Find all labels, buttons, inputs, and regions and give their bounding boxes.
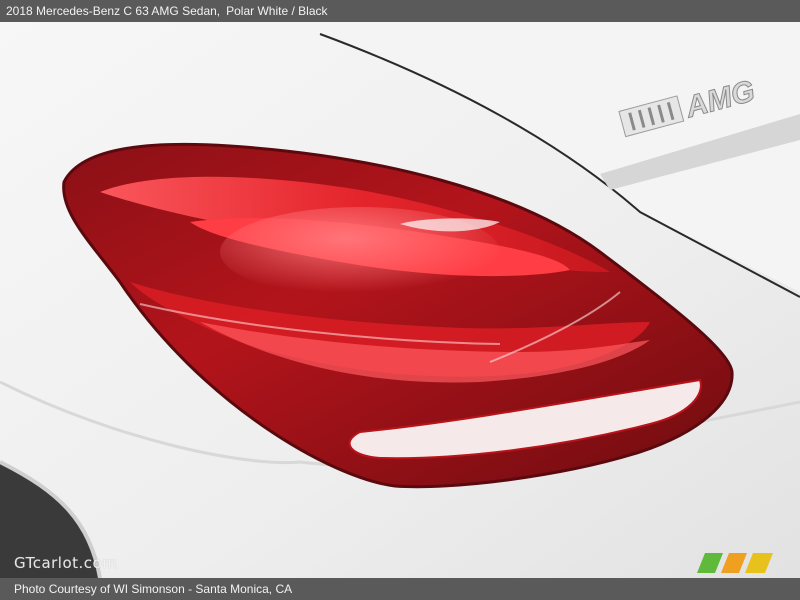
caption-title: 2018 Mercedes-Benz C 63 AMG Sedan, [6, 4, 221, 18]
caption-bar: 2018 Mercedes-Benz C 63 AMG Sedan, Polar … [0, 0, 800, 22]
site-logo [697, 553, 773, 573]
photo-credit: Photo Courtesy of WI Simonson - Santa Mo… [14, 582, 293, 596]
watermark: GTcarlot.com [14, 554, 118, 572]
caption-color: Polar White / Black [226, 4, 328, 18]
credit-bar: Photo Courtesy of WI Simonson - Santa Mo… [0, 578, 800, 600]
car-photo: AMG [0, 22, 800, 578]
